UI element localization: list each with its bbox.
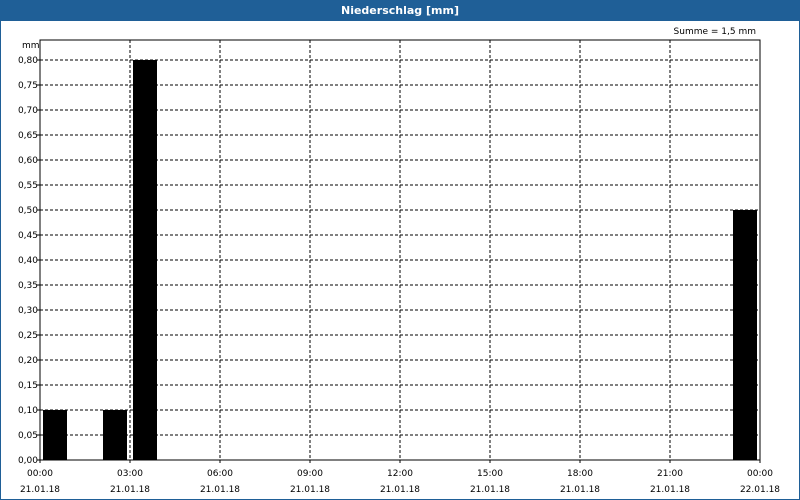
y-tick-label: 0,35	[18, 281, 38, 291]
y-tick-label: 0,75	[18, 81, 38, 91]
x-tick-time-label: 03:00	[117, 469, 143, 479]
y-tick-label: 0,50	[18, 206, 38, 216]
x-tick-time-label: 00:00	[27, 469, 53, 479]
bar	[133, 60, 157, 460]
x-tick-time-label: 18:00	[567, 469, 593, 479]
x-tick-date-label: 21.01.18	[200, 485, 240, 495]
y-tick-label: 0,10	[18, 406, 38, 416]
y-tick-label: 0,30	[18, 306, 38, 316]
x-tick-date-label: 21.01.18	[470, 485, 510, 495]
sum-annotation: Summe = 1,5 mm	[674, 27, 756, 37]
y-tick-label: 0,55	[18, 181, 38, 191]
y-tick-label: 0,70	[18, 106, 38, 116]
y-tick-label: 0,15	[18, 381, 38, 391]
y-tick-label: 0,45	[18, 231, 38, 241]
x-tick-time-label: 06:00	[207, 469, 233, 479]
y-axis-unit-label: mm	[22, 41, 40, 51]
x-tick-date-label: 21.01.18	[380, 485, 420, 495]
y-tick-label: 0,40	[18, 256, 38, 266]
x-tick-date-label: 21.01.18	[650, 485, 690, 495]
y-tick-label: 0,25	[18, 331, 38, 341]
bar	[103, 410, 127, 460]
x-tick-date-label: 21.01.18	[290, 485, 330, 495]
y-tick-label: 0,05	[18, 431, 38, 441]
x-tick-time-label: 21:00	[657, 469, 683, 479]
x-tick-date-label: 21.01.18	[560, 485, 600, 495]
precipitation-chart: mm Summe = 1,5 mm 0,00 0,05 0,10 0,15 0,20 0,…	[18, 27, 780, 495]
x-tick-date-label: 21.01.18	[20, 485, 60, 495]
x-tick-date-label: 22.01.18	[740, 485, 780, 495]
x-tick-time-label: 09:00	[297, 469, 323, 479]
bar	[733, 210, 757, 460]
x-tick-date-label: 21.01.18	[110, 485, 150, 495]
y-tick-label: 0,00	[18, 456, 38, 466]
bar	[43, 410, 67, 460]
x-tick-time-label: 15:00	[477, 469, 503, 479]
y-tick-label: 0,20	[18, 356, 38, 366]
x-tick-time-label: 00:00	[747, 469, 773, 479]
y-tick-label: 0,65	[18, 131, 38, 141]
y-tick-label: 0,60	[18, 156, 38, 166]
x-tick-time-label: 12:00	[387, 469, 413, 479]
y-tick-label: 0,80	[18, 56, 38, 66]
